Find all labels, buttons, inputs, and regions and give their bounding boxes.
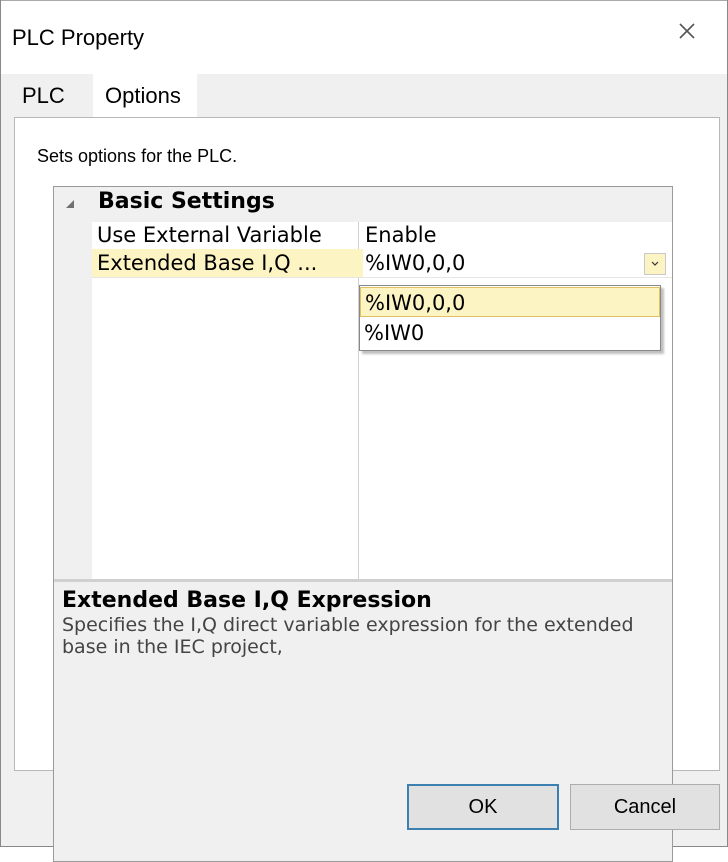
dropdown-option[interactable]: %IW0,0,0 — [360, 287, 660, 317]
property-value[interactable]: %IW0,0,0 — [359, 249, 678, 277]
plc-property-dialog: PLC Property PLC Options Sets options fo… — [0, 0, 728, 862]
grid-margin — [54, 187, 92, 579]
collapse-triangle-icon[interactable] — [64, 198, 76, 210]
property-row-use-external-variable[interactable]: Use External Variable Enable — [92, 221, 672, 249]
property-grid-rows: Basic Settings Use External Variable Ena… — [54, 187, 672, 579]
tab-plc[interactable]: PLC — [22, 74, 78, 117]
title-bar: PLC Property — [1, 0, 727, 74]
property-grid: Basic Settings Use External Variable Ena… — [53, 186, 673, 862]
dropdown-button[interactable] — [644, 253, 666, 275]
property-value-text: %IW0,0,0 — [365, 251, 466, 275]
dropdown-list: %IW0,0,0 %IW0 — [359, 285, 661, 351]
property-value[interactable]: Enable — [359, 221, 678, 249]
cancel-button[interactable]: Cancel — [570, 784, 720, 830]
tab-options[interactable]: Options — [93, 74, 197, 119]
property-row-extended-base[interactable]: Extended Base I,Q ... %IW0,0,0 — [92, 249, 672, 278]
close-icon — [679, 23, 695, 39]
close-button[interactable] — [665, 9, 709, 53]
help-description: Specifies the I,Q direct variable expres… — [62, 614, 634, 658]
category-label: Basic Settings — [98, 189, 275, 214]
options-tab-panel: Sets options for the PLC. Basic Settings… — [14, 117, 720, 862]
panel-description: Sets options for the PLC. — [37, 146, 238, 166]
window-title: PLC Property — [12, 25, 145, 50]
category-basic-settings[interactable]: Basic Settings — [54, 187, 672, 222]
dropdown-option[interactable]: %IW0 — [360, 318, 660, 348]
property-name: Extended Base I,Q ... — [92, 249, 363, 277]
ok-button[interactable]: OK — [407, 784, 559, 830]
property-name: Use External Variable — [97, 223, 322, 247]
help-title: Extended Base I,Q Expression — [62, 588, 432, 613]
chevron-down-icon — [651, 261, 659, 266]
